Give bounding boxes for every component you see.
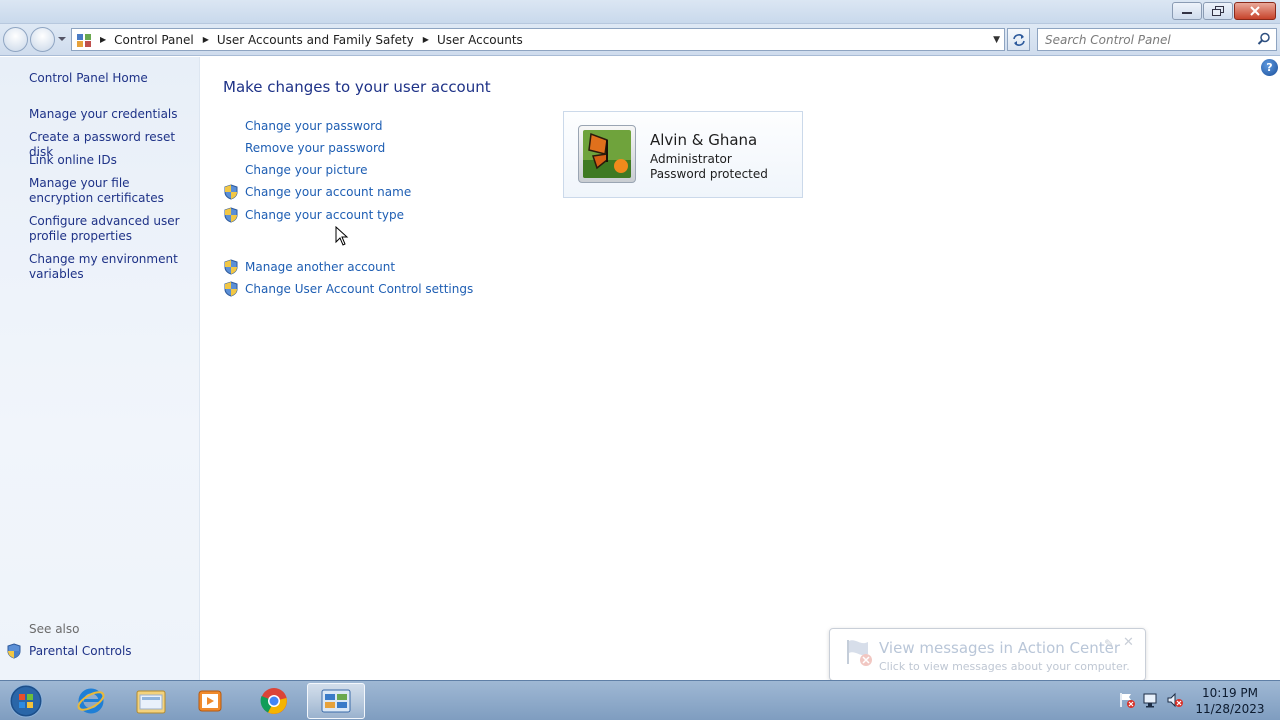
- manage-credentials-link[interactable]: Manage your credentials: [29, 107, 189, 122]
- title-bar: [0, 0, 1280, 24]
- maximize-button[interactable]: [1203, 2, 1233, 20]
- back-button[interactable]: [3, 27, 28, 52]
- control-panel-icon: [77, 33, 91, 47]
- notification-close-icon[interactable]: ✕: [1123, 635, 1134, 650]
- notification-options-icon[interactable]: ✎: [1104, 637, 1114, 651]
- action-center-icon[interactable]: [1118, 691, 1136, 709]
- action-center-notification[interactable]: View messages in Action Center Click to …: [829, 628, 1146, 681]
- breadcrumb-user-accounts[interactable]: User Accounts: [437, 33, 523, 47]
- volume-muted-icon[interactable]: [1166, 691, 1184, 709]
- uac-shield-icon: [7, 643, 21, 659]
- control-panel-taskbar-button[interactable]: [307, 683, 365, 719]
- change-password-link[interactable]: Change your password: [245, 119, 383, 133]
- taskbar: 10:19 PM 11/28/2023: [0, 680, 1280, 720]
- notification-text: Click to view messages about your comput…: [879, 660, 1130, 673]
- minimize-icon: [1182, 12, 1192, 14]
- manage-file-encryption-certificates-link[interactable]: Manage your file encryption certificates: [29, 176, 189, 206]
- butterfly-icon: [583, 130, 631, 178]
- account-type: Administrator: [650, 152, 732, 166]
- close-icon: [1250, 6, 1260, 16]
- see-also-label: See also: [29, 622, 80, 636]
- breadcrumb-control-panel[interactable]: Control Panel: [114, 33, 194, 47]
- control-panel-icon: [321, 689, 351, 713]
- change-account-name-link[interactable]: Change your account name: [245, 185, 411, 199]
- parental-controls-label[interactable]: Parental Controls: [29, 644, 132, 658]
- forward-button[interactable]: [30, 27, 55, 52]
- breadcrumb-user-accounts-family-safety[interactable]: User Accounts and Family Safety: [217, 33, 414, 47]
- left-navigation-pane: Control Panel Home Manage your credentia…: [0, 57, 200, 680]
- search-box[interactable]: Search Control Panel: [1037, 28, 1277, 51]
- chrome-taskbar-button[interactable]: [245, 683, 303, 719]
- refresh-button[interactable]: [1007, 28, 1030, 51]
- window-controls: [1172, 2, 1276, 20]
- breadcrumb-separator[interactable]: ▶: [203, 35, 209, 44]
- link-online-ids-link[interactable]: Link online IDs: [29, 153, 189, 168]
- clock-time: 10:19 PM: [1202, 686, 1258, 700]
- change-account-type-link[interactable]: Change your account type: [245, 208, 404, 222]
- configure-advanced-profile-properties-link[interactable]: Configure advanced user profile properti…: [29, 214, 189, 244]
- uac-shield-icon: [224, 207, 238, 223]
- uac-shield-icon: [224, 281, 238, 297]
- change-picture-link[interactable]: Change your picture: [245, 163, 367, 177]
- notification-title: View messages in Action Center: [879, 639, 1121, 657]
- start-orb[interactable]: [4, 683, 48, 719]
- page-title: Make changes to your user account: [223, 78, 491, 96]
- internet-explorer-taskbar-button[interactable]: [62, 683, 120, 719]
- change-uac-settings-link[interactable]: Change User Account Control settings: [245, 282, 473, 296]
- action-center-flag-icon: [847, 640, 872, 666]
- help-icon[interactable]: ?: [1261, 59, 1278, 76]
- address-bar[interactable]: ▶ Control Panel ▶ User Accounts and Fami…: [71, 28, 1005, 51]
- restore-icon: [1212, 6, 1224, 16]
- internet-explorer-icon: [77, 688, 105, 714]
- manage-another-account-link[interactable]: Manage another account: [245, 260, 395, 274]
- remove-password-link[interactable]: Remove your password: [245, 141, 385, 155]
- avatar: [578, 125, 636, 183]
- system-tray: [1118, 691, 1184, 709]
- minimize-button[interactable]: [1172, 2, 1202, 20]
- media-player-icon: [198, 690, 222, 712]
- butterfly-picture: [583, 130, 631, 178]
- breadcrumb-separator[interactable]: ▶: [100, 35, 106, 44]
- change-environment-variables-link[interactable]: Change my environment variables: [29, 252, 189, 282]
- system-clock[interactable]: 10:19 PM 11/28/2023: [1190, 685, 1270, 717]
- chrome-icon: [260, 688, 287, 714]
- network-icon[interactable]: [1142, 691, 1160, 709]
- navigation-bar: ▶ Control Panel ▶ User Accounts and Fami…: [0, 24, 1280, 56]
- uac-shield-icon: [224, 259, 238, 275]
- mouse-cursor-icon: [335, 226, 349, 246]
- file-explorer-taskbar-button[interactable]: [122, 683, 180, 719]
- search-icon[interactable]: [1257, 32, 1271, 46]
- account-tile: Alvin & Ghana Administrator Password pro…: [563, 111, 803, 198]
- breadcrumb-separator[interactable]: ▶: [423, 35, 429, 44]
- search-input[interactable]: Search Control Panel: [1045, 33, 1171, 47]
- parental-controls-link[interactable]: Parental Controls: [6, 643, 132, 659]
- address-dropdown-icon[interactable]: ▼: [993, 35, 1000, 45]
- password-status: Password protected: [650, 167, 768, 181]
- control-panel-home-link[interactable]: Control Panel Home: [29, 71, 148, 85]
- uac-shield-icon: [224, 184, 238, 200]
- close-button[interactable]: [1234, 2, 1276, 20]
- clock-date: 11/28/2023: [1195, 702, 1265, 716]
- file-explorer-icon: [136, 690, 166, 714]
- media-player-taskbar-button[interactable]: [181, 683, 239, 719]
- refresh-icon: [1012, 33, 1025, 46]
- account-name: Alvin & Ghana: [650, 131, 758, 149]
- recent-pages-dropdown-icon[interactable]: [57, 34, 67, 44]
